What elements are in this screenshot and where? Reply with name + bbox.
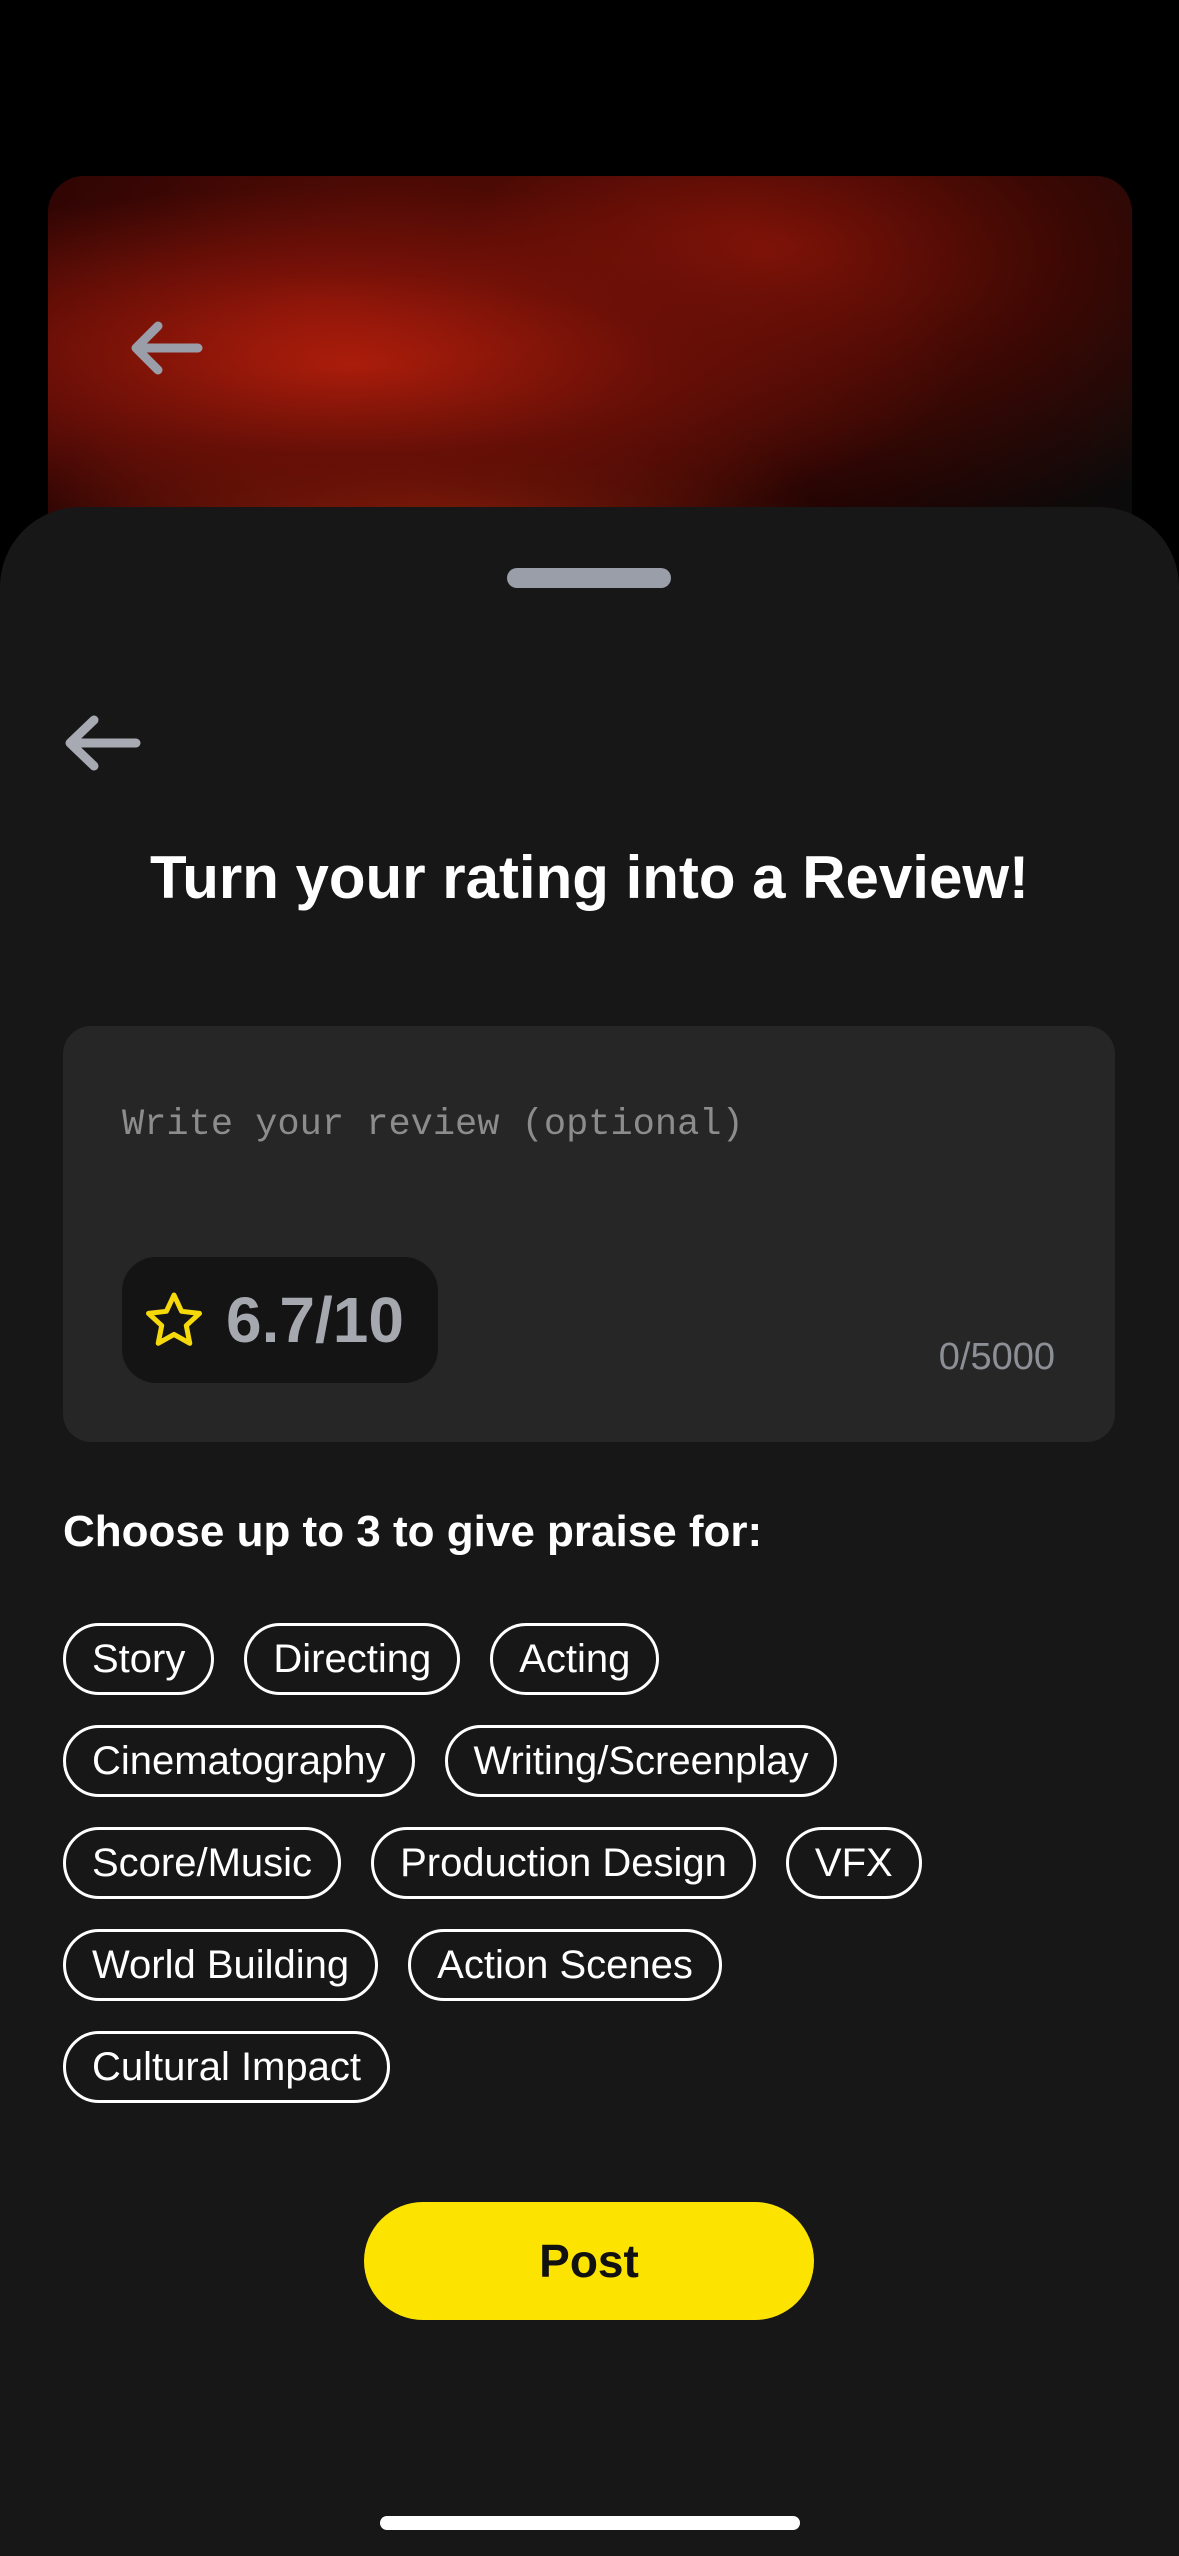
review-text-input[interactable]: [122, 1090, 1022, 1160]
post-button[interactable]: Post: [364, 2202, 814, 2320]
praise-chip-row: World Building Action Scenes: [63, 1929, 1123, 2001]
praise-chip-row: Story Directing Acting: [63, 1623, 1123, 1695]
praise-chip-row: Cinematography Writing/Screenplay: [63, 1725, 1123, 1797]
praise-chip-writing-screenplay[interactable]: Writing/Screenplay: [444, 1725, 838, 1797]
praise-chip-row: Score/Music Production Design VFX: [63, 1827, 1123, 1899]
praise-chip-acting[interactable]: Acting: [490, 1623, 660, 1695]
praise-chip-row: Cultural Impact: [63, 2031, 1123, 2103]
home-indicator: [380, 2516, 800, 2530]
rating-value: 6.7/10: [226, 1284, 404, 1356]
back-arrow-icon[interactable]: [62, 712, 142, 774]
backdrop-back-arrow-icon[interactable]: [128, 318, 204, 378]
praise-chip-cinematography[interactable]: Cinematography: [63, 1725, 415, 1797]
praise-chip-world-building[interactable]: World Building: [63, 1929, 379, 2001]
praise-chip-directing[interactable]: Directing: [244, 1623, 461, 1695]
star-outline-icon: [146, 1292, 202, 1346]
praise-chip-production-design[interactable]: Production Design: [371, 1827, 756, 1899]
praise-chip-action-scenes[interactable]: Action Scenes: [408, 1929, 722, 2001]
character-counter: 0/5000: [938, 1336, 1055, 1378]
praise-chip-group: Story Directing Acting Cinematography Writin…: [63, 1623, 1123, 2133]
praise-chip-cultural-impact[interactable]: Cultural Impact: [63, 2031, 390, 2103]
praise-chip-story[interactable]: Story: [63, 1623, 215, 1695]
praise-chip-score-music[interactable]: Score/Music: [63, 1827, 342, 1899]
sheet-grabber-handle[interactable]: [507, 568, 671, 588]
praise-heading: Choose up to 3 to give praise for:: [63, 1507, 763, 1556]
page-title: Turn your rating into a Review!: [150, 844, 1029, 911]
praise-chip-vfx[interactable]: VFX: [785, 1827, 922, 1899]
